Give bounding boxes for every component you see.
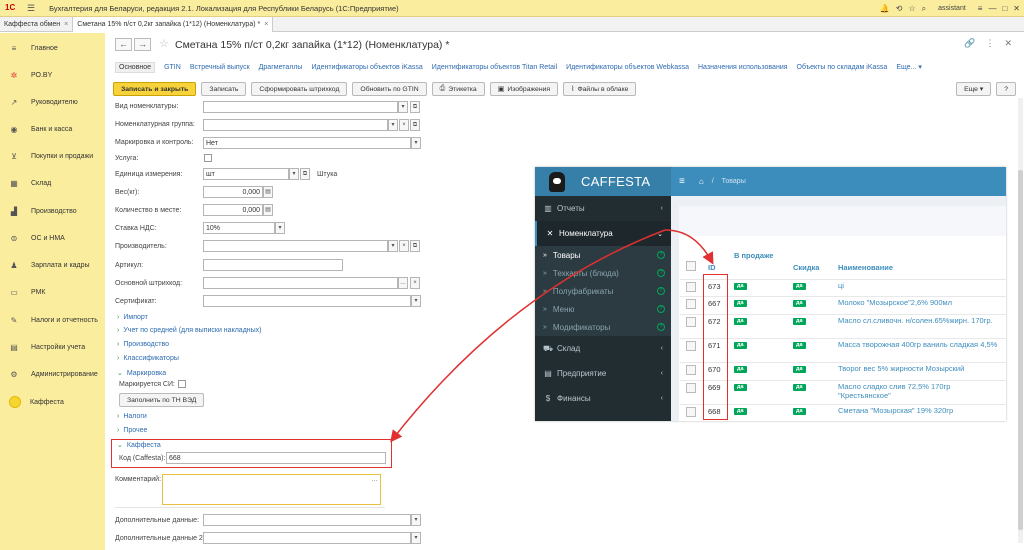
arrow-to-caffesta-field xyxy=(390,229,666,443)
arrow-to-id-column xyxy=(664,229,714,265)
annotation-arrows xyxy=(390,229,714,443)
